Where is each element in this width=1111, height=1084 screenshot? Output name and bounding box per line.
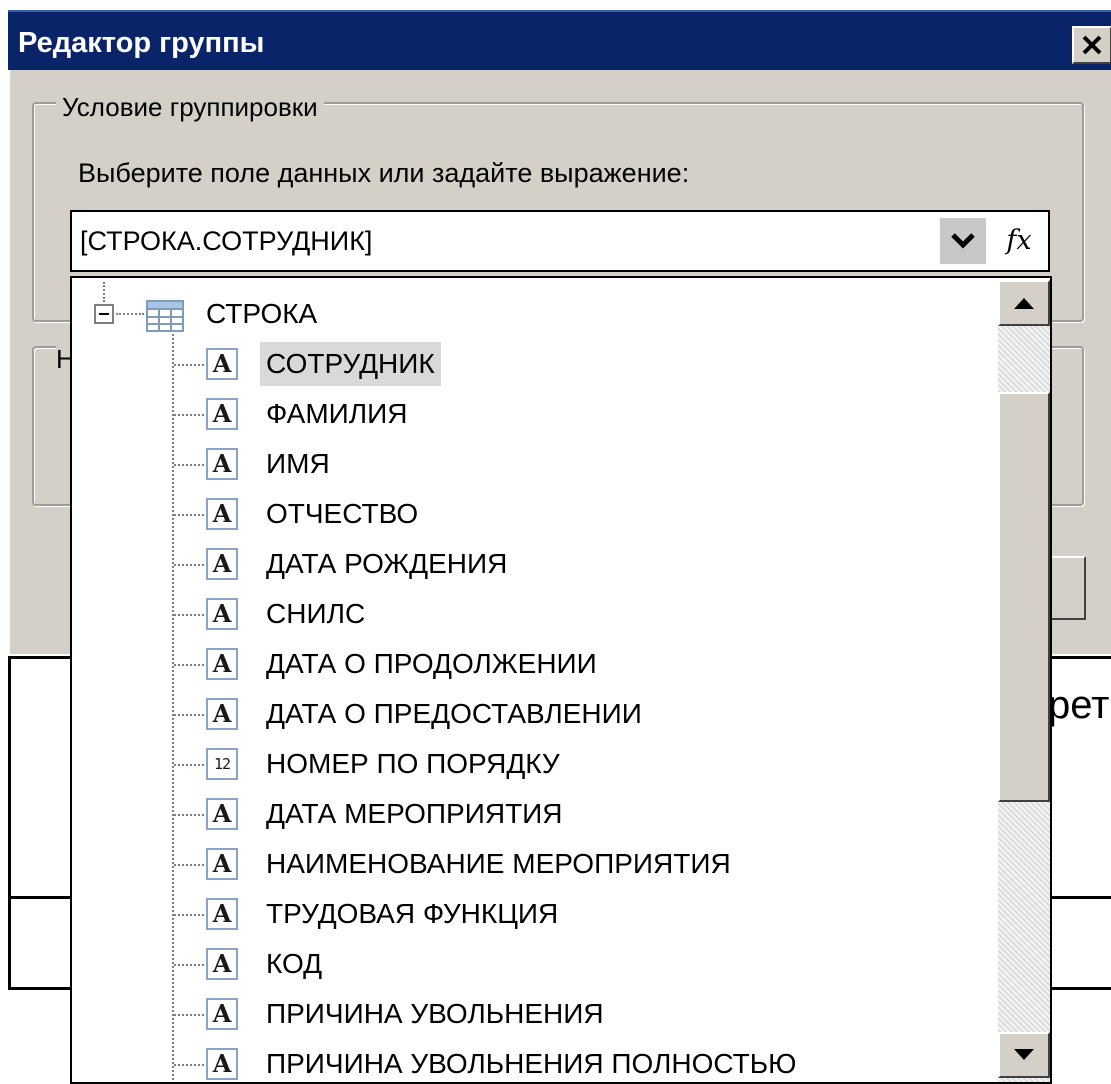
tree-connector bbox=[172, 334, 174, 1082]
scroll-up-button[interactable] bbox=[998, 280, 1050, 326]
tree-collapse-toggle[interactable] bbox=[94, 304, 114, 324]
text-field-icon: A bbox=[206, 398, 238, 430]
tree-field-item[interactable]: A НАИМЕНОВАНИЕ МЕРОПРИЯТИЯ bbox=[206, 842, 1006, 886]
tree-connector bbox=[174, 514, 204, 516]
dialog-title: Редактор группы bbox=[18, 27, 265, 59]
tree-connector bbox=[174, 764, 204, 766]
tree-field-label: ДАТА РОЖДЕНИЯ bbox=[266, 548, 508, 579]
tree-field-label: НАИМЕНОВАНИЕ МЕРОПРИЯТИЯ bbox=[266, 848, 731, 879]
tree-field-label: ТРУДОВАЯ ФУНКЦИЯ bbox=[266, 898, 559, 929]
tree-connector bbox=[174, 914, 204, 916]
tree-field-label: ДАТА МЕРОПРИЯТИЯ bbox=[266, 798, 563, 829]
report-border-left bbox=[8, 656, 11, 990]
arrow-down-icon bbox=[1014, 1049, 1034, 1060]
text-field-icon: A bbox=[206, 998, 238, 1030]
text-field-icon: A bbox=[206, 548, 238, 580]
fx-icon: fx bbox=[1006, 225, 1032, 256]
text-field-icon: A bbox=[206, 348, 238, 380]
tree-connector bbox=[174, 714, 204, 716]
tree-field-label: СНИЛС bbox=[266, 598, 366, 629]
chevron-down-icon bbox=[951, 233, 975, 249]
tree-connector bbox=[174, 814, 204, 816]
grouping-condition-legend: Условие группировки bbox=[56, 92, 324, 122]
tree-field-label: СОТРУДНИК bbox=[260, 342, 441, 386]
tree-connector bbox=[103, 282, 105, 302]
tree-field-item[interactable]: A КОД bbox=[206, 942, 1006, 986]
tree-connector bbox=[174, 964, 204, 966]
tree-connector bbox=[174, 864, 204, 866]
dialog-button-partial[interactable] bbox=[1052, 556, 1086, 620]
text-field-icon: A bbox=[206, 1048, 238, 1080]
tree-field-label: КОД bbox=[266, 948, 323, 979]
tree-connector bbox=[174, 1014, 204, 1016]
text-field-icon: A bbox=[206, 798, 238, 830]
close-icon bbox=[1082, 35, 1102, 55]
text-field-icon: A bbox=[206, 498, 238, 530]
dropdown-toggle-button[interactable] bbox=[940, 218, 986, 264]
text-field-icon: A bbox=[206, 598, 238, 630]
text-field-icon: A bbox=[206, 648, 238, 680]
tree-field-item[interactable]: A ДАТА РОЖДЕНИЯ bbox=[206, 542, 1006, 586]
text-field-icon: A bbox=[206, 698, 238, 730]
close-button[interactable] bbox=[1072, 26, 1111, 64]
expression-combobox[interactable]: [СТРОКА.СОТРУДНИК] fx bbox=[70, 210, 1050, 272]
tree-connector bbox=[174, 564, 204, 566]
text-field-icon: A bbox=[206, 948, 238, 980]
tree-field-label: ФАМИЛИЯ bbox=[266, 398, 408, 429]
field-prompt-label: Выберите поле данных или задайте выражен… bbox=[78, 158, 690, 188]
tree-connector bbox=[174, 464, 204, 466]
report-heading-fragment: рет bbox=[1048, 683, 1110, 727]
tree-field-label: ОТЧЕСТВО bbox=[266, 498, 419, 529]
expression-builder-button[interactable]: fx bbox=[994, 218, 1044, 264]
tree-connector bbox=[174, 1064, 204, 1066]
tree-field-item[interactable]: A СОТРУДНИК bbox=[206, 342, 1006, 386]
tree-field-label: НОМЕР ПО ПОРЯДКУ bbox=[266, 748, 560, 779]
scroll-thumb[interactable] bbox=[998, 392, 1050, 802]
numeric-field-icon: 12 bbox=[206, 748, 238, 780]
expression-value: [СТРОКА.СОТРУДНИК] bbox=[80, 226, 373, 256]
tree-field-item[interactable]: A ДАТА О ПРОДОЛЖЕНИИ bbox=[206, 642, 1006, 686]
text-field-icon: A bbox=[206, 448, 238, 480]
tree-field-item[interactable]: A ПРИЧИНА УВОЛЬНЕНИЯ ПОЛНОСТЬЮ bbox=[206, 1042, 1006, 1082]
arrow-up-icon bbox=[1014, 298, 1034, 309]
tree-connector bbox=[174, 364, 204, 366]
tree-field-label: ИМЯ bbox=[266, 448, 330, 479]
tree-root-label[interactable]: СТРОКА bbox=[206, 294, 317, 334]
tree-field-item[interactable]: A ДАТА О ПРЕДОСТАВЛЕНИИ bbox=[206, 692, 1006, 736]
tree-field-item[interactable]: A ФАМИЛИЯ bbox=[206, 392, 1006, 436]
tree-connector bbox=[174, 414, 204, 416]
tree-field-item[interactable]: 12 НОМЕР ПО ПОРЯДКУ bbox=[206, 742, 1006, 786]
table-icon bbox=[146, 300, 184, 332]
dropdown-scrollbar[interactable] bbox=[998, 280, 1050, 1082]
tree-field-item[interactable]: A ОТЧЕСТВО bbox=[206, 492, 1006, 536]
dialog-titlebar[interactable]: Редактор группы bbox=[8, 10, 1111, 70]
tree-field-label: ДАТА О ПРЕДОСТАВЛЕНИИ bbox=[266, 698, 642, 729]
field-tree-dropdown[interactable]: СТРОКА A СОТРУДНИК A ФАМИЛИЯ A ИМЯ A ОТЧЕСТВО A Д… bbox=[70, 276, 1052, 1084]
text-field-icon: A bbox=[206, 848, 238, 880]
scroll-down-button[interactable] bbox=[998, 1032, 1050, 1078]
tree-connector bbox=[174, 614, 204, 616]
tree-field-item[interactable]: A ПРИЧИНА УВОЛЬНЕНИЯ bbox=[206, 992, 1006, 1036]
tree-field-label: ПРИЧИНА УВОЛЬНЕНИЯ bbox=[266, 998, 604, 1029]
tree-field-item[interactable]: A ИМЯ bbox=[206, 442, 1006, 486]
text-field-icon: A bbox=[206, 898, 238, 930]
tree-field-item[interactable]: A ТРУДОВАЯ ФУНКЦИЯ bbox=[206, 892, 1006, 936]
tree-connector bbox=[116, 313, 144, 315]
tree-connector bbox=[174, 664, 204, 666]
tree-field-label: ДАТА О ПРОДОЛЖЕНИИ bbox=[266, 648, 597, 679]
tree-field-item[interactable]: A ДАТА МЕРОПРИЯТИЯ bbox=[206, 792, 1006, 836]
tree-field-label: ПРИЧИНА УВОЛЬНЕНИЯ ПОЛНОСТЬЮ bbox=[266, 1048, 797, 1079]
tree-field-item[interactable]: A СНИЛС bbox=[206, 592, 1006, 636]
